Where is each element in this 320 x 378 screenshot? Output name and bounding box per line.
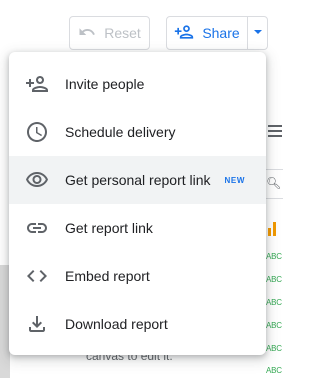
field-type-label: ABC: [266, 252, 282, 261]
menu-item-embed-report[interactable]: Embed report: [9, 252, 266, 300]
share-menu: Invite people Schedule delivery Get pers…: [9, 52, 266, 355]
undo-icon: [78, 23, 96, 44]
menu-item-download-report[interactable]: Download report: [9, 300, 266, 348]
menu-item-label: Embed report: [65, 268, 150, 284]
link-icon: [25, 216, 49, 240]
person-add-icon: [174, 22, 194, 45]
eye-icon: [25, 168, 49, 192]
menu-item-schedule-delivery[interactable]: Schedule delivery: [9, 108, 266, 156]
chart-icon: [268, 222, 282, 236]
share-label: Share: [202, 25, 240, 41]
menu-item-personal-report-link[interactable]: Get personal report link NEW: [9, 156, 266, 204]
menu-item-label: Schedule delivery: [65, 124, 176, 140]
field-type-label: ABC: [266, 298, 282, 307]
field-type-label: ABC: [266, 321, 282, 330]
download-icon: [25, 312, 49, 336]
new-badge: NEW: [224, 175, 245, 185]
share-dropdown-button[interactable]: [247, 16, 268, 50]
search-icon: 🔍︎: [266, 176, 282, 190]
menu-item-label: Download report: [65, 316, 168, 332]
reset-button[interactable]: Reset: [69, 16, 150, 50]
clock-icon: [25, 120, 49, 144]
menu-item-label: Invite people: [65, 76, 145, 92]
field-type-label: ABC: [266, 275, 282, 284]
menu-lines-icon[interactable]: [268, 125, 282, 139]
menu-item-invite-people[interactable]: Invite people: [9, 60, 266, 108]
code-icon: [25, 264, 49, 288]
menu-item-report-link[interactable]: Get report link: [9, 204, 266, 252]
field-type-label: ABC: [266, 344, 282, 353]
menu-item-label: Get personal report link: [65, 172, 211, 188]
caret-down-icon: [253, 24, 263, 42]
menu-item-label: Get report link: [65, 220, 153, 236]
field-type-label: ABC: [266, 366, 282, 375]
person-add-icon: [25, 72, 49, 96]
share-button[interactable]: Share: [166, 16, 248, 50]
reset-label: Reset: [104, 25, 141, 41]
